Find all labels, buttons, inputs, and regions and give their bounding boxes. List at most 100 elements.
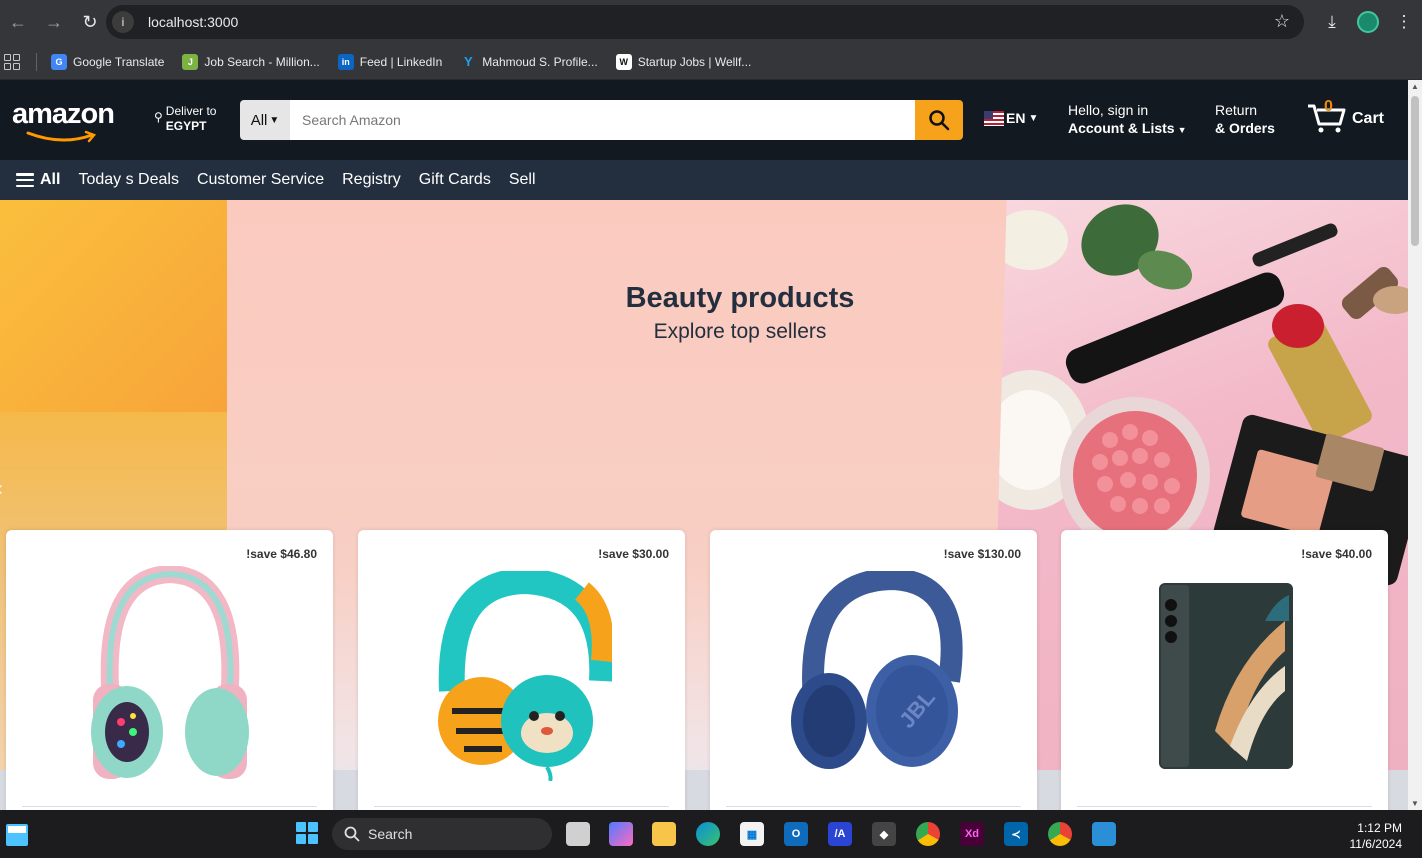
linkedin-icon: in bbox=[337, 53, 354, 70]
bookmark-linkedin[interactable]: in Feed | LinkedIn bbox=[337, 53, 442, 70]
product-card[interactable]: !save $40.00 bbox=[1061, 530, 1388, 820]
deliver-country: EGYPT bbox=[165, 119, 207, 133]
photos-icon[interactable] bbox=[1092, 822, 1116, 846]
ai-app-icon[interactable]: /A bbox=[828, 822, 852, 846]
account-label: Account & Lists bbox=[1068, 120, 1175, 136]
download-icon[interactable]: ⤓ bbox=[1314, 4, 1350, 40]
search-bar: All ▼ bbox=[240, 100, 963, 140]
browser-actions: ⤓ ⋮ bbox=[1314, 0, 1422, 44]
language-selector[interactable]: EN ▼ bbox=[984, 110, 1038, 126]
cart-count: 0 bbox=[1324, 98, 1333, 115]
card-divider bbox=[726, 806, 1021, 807]
menu-icon[interactable]: ⋮ bbox=[1386, 4, 1422, 40]
apps-grid-icon[interactable] bbox=[4, 53, 20, 70]
nav-sell[interactable]: Sell bbox=[509, 171, 536, 189]
deliver-to[interactable]: ⚲ Deliver to EGYPT bbox=[154, 104, 216, 134]
amazon-logo[interactable]: amazon bbox=[12, 98, 124, 143]
widgets-icon[interactable] bbox=[6, 824, 28, 846]
all-menu-button[interactable]: All bbox=[16, 171, 60, 189]
caret-down-icon: ▼ bbox=[1177, 125, 1187, 135]
returns-label: Return bbox=[1215, 102, 1258, 118]
bookmark-job-search[interactable]: J Job Search - Million... bbox=[182, 53, 320, 70]
logo-smile-icon bbox=[26, 130, 97, 143]
bookmark-label: Google Translate bbox=[73, 54, 165, 69]
returns-orders[interactable]: Return & Orders bbox=[1215, 102, 1275, 136]
search-button[interactable] bbox=[915, 100, 963, 140]
copilot-icon[interactable] bbox=[609, 822, 633, 846]
nav-registry[interactable]: Registry bbox=[342, 171, 401, 189]
taskbar-search[interactable]: Search bbox=[332, 818, 552, 850]
google-translate-icon: G bbox=[51, 53, 67, 70]
search-input[interactable] bbox=[290, 100, 915, 140]
card-divider bbox=[22, 806, 317, 807]
profile-button[interactable] bbox=[1350, 4, 1386, 40]
clock-date: 11/6/2024 bbox=[1349, 837, 1403, 851]
file-explorer-icon[interactable] bbox=[652, 822, 676, 846]
cart-button[interactable]: 0 Cart bbox=[1306, 98, 1384, 134]
page-scrollbar[interactable]: ▲ ▼ bbox=[1408, 80, 1422, 810]
clock-time: 1:12 PM bbox=[1357, 821, 1402, 835]
adobe-xd-icon[interactable]: Xd bbox=[960, 822, 984, 846]
secondary-nav: All Today s Deals Customer Service Regis… bbox=[0, 160, 1408, 200]
product-card[interactable]: !save $46.80 bbox=[6, 530, 333, 820]
start-button[interactable] bbox=[296, 822, 318, 844]
deliver-label: Deliver to bbox=[165, 104, 217, 118]
forward-button[interactable]: → bbox=[36, 4, 72, 40]
account-lists[interactable]: Hello, sign in Account & Lists ▼ bbox=[1068, 102, 1187, 136]
windows-taskbar: Search ▦ O /A ◆ Xd ≺ 1:12 PM 11/6/2024 bbox=[0, 810, 1422, 858]
amazon-header: amazon ⚲ Deliver to EGYPT All ▼ EN ▼ Hel bbox=[0, 80, 1408, 160]
vscode-icon[interactable]: ≺ bbox=[1004, 822, 1028, 846]
unity-icon[interactable]: ◆ bbox=[872, 822, 896, 846]
pink-headphones-image bbox=[90, 566, 249, 779]
bookmark-profile[interactable]: Y Mahmoud S. Profile... bbox=[460, 54, 598, 70]
url-text: localhost:3000 bbox=[148, 14, 239, 30]
nav-customer-service[interactable]: Customer Service bbox=[197, 171, 324, 189]
product-image[interactable]: JBL bbox=[710, 566, 1037, 786]
product-card[interactable]: !save $30.00 bbox=[358, 530, 685, 820]
store-icon[interactable]: ▦ bbox=[740, 822, 764, 846]
all-menu-label: All bbox=[40, 171, 61, 188]
save-badge: !save $130.00 bbox=[943, 547, 1021, 561]
previous-slide-panel bbox=[0, 200, 227, 412]
location-pin-icon: ⚲ bbox=[154, 110, 163, 124]
caret-down-icon: ▼ bbox=[1028, 112, 1039, 124]
carousel-prev-arrow-icon[interactable]: ‹ bbox=[0, 478, 3, 501]
system-clock[interactable]: 1:12 PM 11/6/2024 bbox=[1350, 820, 1403, 852]
bookmark-star-icon[interactable]: ☆ bbox=[1274, 11, 1290, 32]
product-image[interactable] bbox=[358, 566, 685, 786]
scroll-down-icon[interactable]: ▼ bbox=[1411, 799, 1419, 808]
product-image[interactable] bbox=[6, 566, 333, 786]
save-badge: !save $46.80 bbox=[246, 547, 317, 561]
reload-button[interactable]: ↻ bbox=[72, 4, 108, 40]
edge-icon[interactable] bbox=[696, 822, 720, 846]
task-view-icon[interactable] bbox=[566, 822, 590, 846]
outlook-icon[interactable]: O bbox=[784, 822, 808, 846]
taskbar-search-label: Search bbox=[368, 826, 413, 842]
account-greeting: Hello, sign in bbox=[1068, 102, 1149, 118]
chrome-active-icon[interactable] bbox=[1048, 822, 1072, 846]
scroll-thumb[interactable] bbox=[1411, 96, 1419, 246]
product-image[interactable] bbox=[1061, 566, 1388, 786]
product-card[interactable]: !save $130.00 JBL bbox=[710, 530, 1037, 820]
site-info-icon[interactable]: i bbox=[112, 11, 134, 33]
browser-toolbar: ← → ↻ i localhost:3000 ☆ ⤓ ⋮ bbox=[0, 0, 1422, 44]
bookmark-label: Startup Jobs | Wellf... bbox=[637, 54, 752, 69]
nav-gift-cards[interactable]: Gift Cards bbox=[419, 171, 491, 189]
bookmark-google-translate[interactable]: G Google Translate bbox=[51, 53, 165, 70]
nav-todays-deals[interactable]: Today s Deals bbox=[78, 171, 179, 189]
card-divider bbox=[374, 806, 669, 807]
caret-down-icon: ▼ bbox=[269, 114, 280, 126]
us-flag-icon bbox=[984, 110, 1004, 126]
scroll-up-icon[interactable]: ▲ bbox=[1411, 82, 1419, 91]
search-category-label: All bbox=[250, 111, 268, 129]
search-icon bbox=[929, 110, 950, 131]
profile-avatar bbox=[1357, 11, 1379, 33]
bird-icon: Y bbox=[463, 54, 473, 69]
bookmark-startup-jobs[interactable]: W Startup Jobs | Wellf... bbox=[615, 53, 752, 70]
chrome-icon[interactable] bbox=[916, 822, 940, 846]
search-category-dropdown[interactable]: All ▼ bbox=[240, 100, 290, 140]
bookmark-label: Mahmoud S. Profile... bbox=[482, 54, 598, 69]
address-bar[interactable]: i localhost:3000 ☆ bbox=[106, 5, 1304, 39]
back-button[interactable]: ← bbox=[0, 4, 36, 40]
hero-subtitle: Explore top sellers bbox=[653, 320, 827, 343]
